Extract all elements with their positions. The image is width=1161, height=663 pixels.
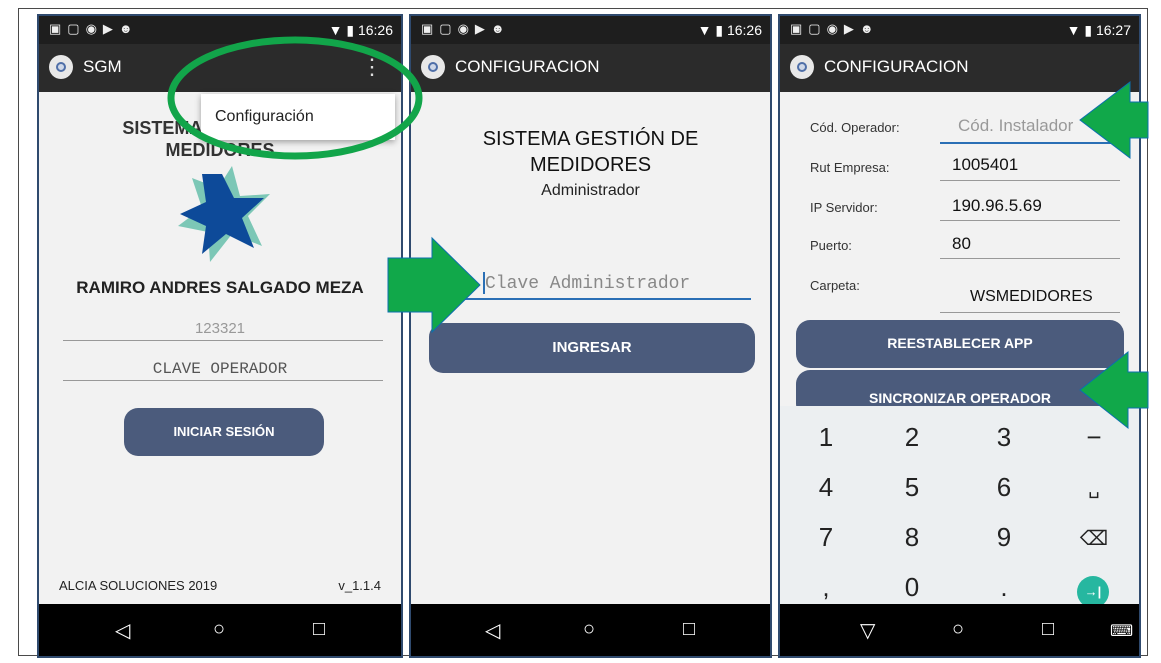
folder-input[interactable]: WSMEDIDORES — [970, 288, 1093, 306]
operator-password-underline — [63, 380, 383, 381]
folder-underline — [940, 312, 1120, 313]
server-ip-input[interactable]: 190.96.5.69 — [952, 196, 1042, 216]
key-5[interactable]: 5 — [882, 472, 942, 503]
nav-bar: ◁ ○ □ — [411, 604, 770, 656]
enter-button[interactable]: INGRESAR — [429, 323, 755, 373]
app-logo-icon — [790, 55, 814, 79]
back-icon[interactable]: ▽ — [860, 618, 875, 643]
port-input[interactable]: 80 — [952, 234, 971, 254]
app-title: CONFIGURACION — [824, 57, 969, 76]
key-7[interactable]: 7 — [796, 522, 856, 553]
key-minus[interactable]: − — [1064, 422, 1124, 453]
phone-configuration: ▣▢◉▶☻ ▼ ▮ 16:27 CONFIGURACION Cód. Opera… — [778, 14, 1141, 658]
key-6[interactable]: 6 — [974, 472, 1034, 503]
status-time: 16:27 — [1095, 22, 1131, 38]
overflow-menu-icon[interactable]: ⋮ — [361, 56, 383, 78]
keyboard-icon[interactable]: ⌨ — [1110, 621, 1133, 641]
admin-password-underline — [461, 298, 751, 300]
company-rut-input[interactable]: 1005401 — [952, 155, 1018, 175]
app-logo-icon — [49, 55, 73, 79]
server-ip-label: IP Servidor: — [810, 200, 878, 215]
status-bar: ▣▢◉▶☻ ▼ ▮ 16:26 — [39, 16, 401, 44]
notification-icons: ▣▢◉▶☻ — [49, 21, 139, 36]
admin-password-field[interactable]: Clave Administrador — [485, 274, 690, 294]
back-icon[interactable]: ◁ — [115, 618, 130, 643]
recents-icon[interactable]: □ — [683, 618, 695, 641]
login-button[interactable]: INICIAR SESIÓN — [124, 408, 324, 456]
company-rut-underline — [940, 180, 1120, 181]
phone-login: ▣▢◉▶☻ ▼ ▮ 16:26 SGM ⋮ SISTEMA GESTIÓN DE… — [37, 14, 403, 658]
app-title: CONFIGURACION — [455, 57, 600, 76]
status-bar: ▣▢◉▶☻ ▼ ▮ 16:26 — [411, 16, 770, 44]
footer-company: ALCIA SOLUCIONES 2019 — [59, 578, 218, 593]
nav-bar: ▽ ○ □ ⌨ — [780, 604, 1139, 656]
key-3[interactable]: 3 — [974, 422, 1034, 453]
space-key-icon[interactable]: ␣ — [1064, 478, 1124, 499]
recents-icon[interactable]: □ — [313, 618, 325, 641]
operator-code-underline — [63, 340, 383, 341]
operator-password-field[interactable]: CLAVE OPERADOR — [39, 360, 401, 378]
wifi-icon: ▼ — [697, 22, 712, 38]
title-line2: MEDIDORES — [165, 140, 275, 160]
user-name: RAMIRO ANDRES SALGADO MEZA — [76, 278, 364, 297]
numeric-keypad: 1 2 3 − 4 5 6 ␣ 7 8 9 ⌫ , 0 . →| — [780, 406, 1139, 608]
operator-code-field[interactable]: 123321 — [39, 320, 401, 337]
status-time: 16:26 — [726, 22, 762, 38]
app-bar: CONFIGURACION — [780, 44, 1139, 92]
key-9[interactable]: 9 — [974, 522, 1034, 553]
subtitle: Administrador — [541, 182, 640, 199]
key-comma[interactable]: , — [796, 572, 856, 603]
battery-icon: ▮ — [715, 22, 724, 38]
key-1[interactable]: 1 — [796, 422, 856, 453]
wifi-icon: ▼ — [1066, 22, 1081, 38]
app-logo-icon — [421, 55, 445, 79]
text-cursor — [483, 272, 485, 294]
key-4[interactable]: 4 — [796, 472, 856, 503]
app-bar: SGM ⋮ — [39, 44, 401, 92]
key-8[interactable]: 8 — [882, 522, 942, 553]
footer-version: v_1.1.4 — [338, 578, 381, 593]
folder-label: Carpeta: — [810, 278, 860, 293]
app-title: SGM — [83, 57, 122, 76]
title-line1: SISTEMA GESTIÓN DE — [482, 128, 699, 150]
operator-code-input[interactable]: Cód. Instalador — [958, 116, 1073, 136]
notification-icons: ▣▢◉▶☻ — [790, 21, 880, 36]
title-line2: MEDIDORES — [529, 154, 652, 176]
company-rut-label: Rut Empresa: — [810, 160, 890, 175]
server-ip-underline — [940, 220, 1120, 221]
back-icon[interactable]: ◁ — [485, 618, 500, 643]
status-bar: ▣▢◉▶☻ ▼ ▮ 16:27 — [780, 16, 1139, 44]
nav-bar: ◁ ○ □ — [39, 604, 401, 656]
home-icon[interactable]: ○ — [583, 618, 595, 641]
home-icon[interactable]: ○ — [952, 618, 964, 641]
port-label: Puerto: — [810, 238, 852, 253]
operator-code-label: Cód. Operador: — [810, 120, 900, 135]
backspace-key-icon[interactable]: ⌫ — [1064, 526, 1124, 551]
key-dot[interactable]: . — [974, 572, 1034, 603]
phone-admin-login: ▣▢◉▶☻ ▼ ▮ 16:26 CONFIGURACION SISTEMA GE… — [409, 14, 772, 658]
key-2[interactable]: 2 — [882, 422, 942, 453]
notification-icons: ▣▢◉▶☻ — [421, 21, 511, 36]
app-bar: CONFIGURACION — [411, 44, 770, 92]
battery-icon: ▮ — [1084, 22, 1093, 38]
operator-code-underline — [940, 142, 1120, 144]
menu-item-configuracion[interactable]: Configuración — [215, 108, 314, 126]
battery-icon: ▮ — [346, 22, 355, 38]
key-0[interactable]: 0 — [882, 572, 942, 603]
overflow-menu: Configuración — [201, 94, 395, 140]
reset-app-button[interactable]: REESTABLECER APP — [796, 320, 1124, 368]
port-underline — [940, 258, 1120, 259]
status-time: 16:26 — [357, 22, 393, 38]
star-logo-icon — [178, 166, 270, 262]
wifi-icon: ▼ — [328, 22, 343, 38]
home-icon[interactable]: ○ — [213, 618, 225, 641]
recents-icon[interactable]: □ — [1042, 618, 1054, 641]
